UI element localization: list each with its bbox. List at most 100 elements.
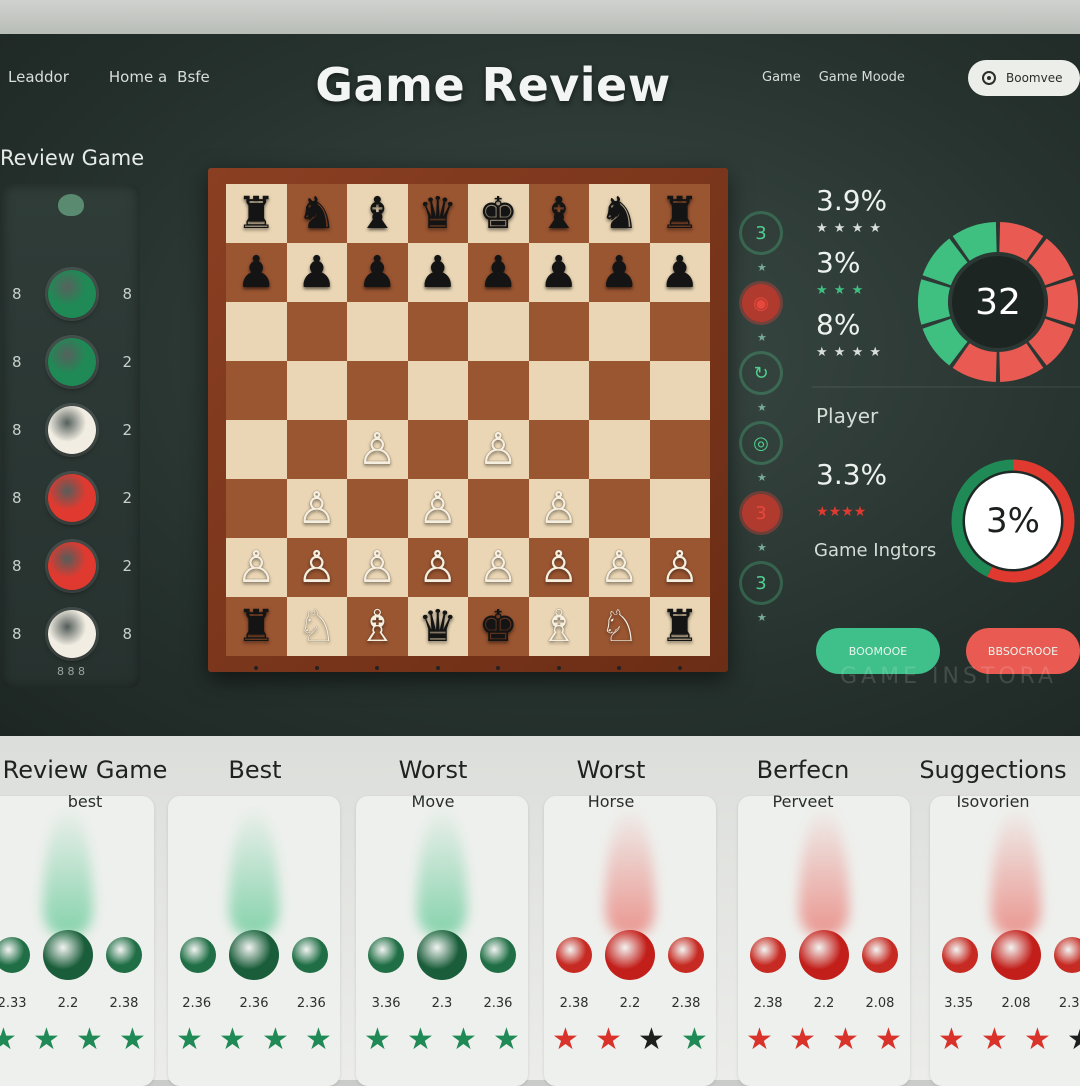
move-row[interactable]: 82 — [12, 470, 132, 526]
board-square[interactable]: ♜ — [649, 597, 710, 656]
top-action-button[interactable]: Boomvee — [968, 60, 1080, 96]
board-square[interactable]: ♙ — [226, 538, 287, 597]
board-square[interactable] — [226, 361, 287, 420]
review-card[interactable]: 2.36 2.36 2.36 ★ ★ ★ ★ — [168, 796, 340, 1086]
board-square[interactable] — [347, 361, 408, 420]
board-square[interactable] — [528, 361, 589, 420]
board-square[interactable]: ♝ — [528, 184, 589, 243]
circle-icon[interactable]: ◎ ★ — [742, 424, 780, 485]
nav-link-game-mode[interactable]: Game Moode — [819, 70, 905, 85]
black-piece-icon[interactable]: ♟ — [660, 250, 699, 295]
board-square[interactable] — [286, 420, 347, 479]
refresh-icon[interactable]: ↻ ★ — [742, 354, 780, 415]
board-square[interactable] — [649, 420, 710, 479]
board-square[interactable]: ♟ — [528, 243, 589, 302]
board-square[interactable]: ♞ — [589, 184, 650, 243]
review-card[interactable]: 2.38 2.2 2.38 ★ ★ ★ ★ — [544, 796, 716, 1086]
black-piece-icon[interactable]: ♜ — [237, 604, 276, 649]
white-piece-icon[interactable]: ♙ — [600, 545, 639, 590]
black-piece-icon[interactable]: ♟ — [237, 250, 276, 295]
board-square[interactable]: ♘ — [589, 597, 650, 656]
white-piece-icon[interactable]: ♙ — [418, 545, 457, 590]
white-piece-icon[interactable]: ♘ — [600, 604, 639, 649]
nav-link-game[interactable]: Game — [762, 70, 801, 85]
black-piece-icon[interactable]: ♜ — [660, 191, 699, 236]
chess-board[interactable]: ♜ ♞ ♝ ♛ ♚ ♝ ♞ ♜ ♟ ♟ ♟ ♟ ♟ ♟ ♟ ♟ ♙ ♙ ♙ ♙ ♙ ♙ ♙ ♙ ♙ ♙ ♙ ♙ ♙ ♜ ♘ ♗ ♛ ♚ ♗ ♘ ♜ — [226, 184, 710, 656]
cream-move-marker-icon[interactable] — [48, 406, 96, 454]
board-square[interactable]: ♙ — [286, 538, 347, 597]
black-piece-icon[interactable]: ♛ — [418, 191, 457, 236]
black-piece-icon[interactable]: ♟ — [600, 250, 639, 295]
white-piece-icon[interactable]: ♙ — [418, 486, 457, 531]
black-piece-icon[interactable]: ♚ — [479, 604, 518, 649]
move-row[interactable]: 82 — [12, 402, 132, 458]
white-piece-icon[interactable]: ♗ — [539, 604, 578, 649]
board-square[interactable]: ♟ — [649, 243, 710, 302]
board-square[interactable]: ♟ — [347, 243, 408, 302]
board-square[interactable] — [468, 302, 529, 361]
board-square[interactable] — [407, 361, 468, 420]
black-piece-icon[interactable]: ♞ — [297, 191, 336, 236]
board-square[interactable]: ♗ — [347, 597, 408, 656]
board-square[interactable] — [226, 479, 287, 538]
board-square[interactable]: ♜ — [226, 597, 287, 656]
move-row[interactable]: 88 — [12, 266, 132, 322]
green-move-marker-icon[interactable] — [48, 338, 96, 386]
board-square[interactable]: ♟ — [286, 243, 347, 302]
board-square[interactable]: ♞ — [286, 184, 347, 243]
black-piece-icon[interactable]: ♜ — [660, 604, 699, 649]
white-piece-icon[interactable]: ♙ — [479, 427, 518, 472]
board-square[interactable] — [407, 420, 468, 479]
black-piece-icon[interactable]: ♜ — [237, 191, 276, 236]
black-piece-icon[interactable]: ♟ — [358, 250, 397, 295]
black-piece-icon[interactable]: ♟ — [479, 250, 518, 295]
board-square[interactable]: ♙ — [468, 420, 529, 479]
black-piece-icon[interactable]: ♟ — [539, 250, 578, 295]
board-square[interactable]: ♙ — [347, 538, 408, 597]
board-square[interactable]: ♟ — [226, 243, 287, 302]
board-square[interactable]: ♙ — [468, 538, 529, 597]
board-square[interactable] — [468, 479, 529, 538]
review-card[interactable]: 3.35 2.08 2.38 ★ ★ ★ ★ — [930, 796, 1080, 1086]
board-square[interactable] — [528, 420, 589, 479]
black-piece-icon[interactable]: ♞ — [600, 191, 639, 236]
number-3-icon[interactable]: 3 ★ — [742, 564, 780, 625]
black-piece-icon[interactable]: ♛ — [418, 604, 457, 649]
board-square[interactable]: ♙ — [286, 479, 347, 538]
white-piece-icon[interactable]: ♙ — [539, 486, 578, 531]
review-card[interactable]: 2.33 2.2 2.38 ★ ★ ★ ★ — [0, 796, 154, 1086]
red-move-marker-icon[interactable] — [48, 474, 96, 522]
move-row[interactable]: 82 — [12, 538, 132, 594]
board-square[interactable] — [589, 420, 650, 479]
number-3-icon[interactable]: 3 ★ — [742, 494, 780, 554]
board-square[interactable]: ♙ — [407, 538, 468, 597]
board-square[interactable] — [226, 302, 287, 361]
white-piece-icon[interactable]: ♙ — [358, 427, 397, 472]
move-row[interactable]: 88 — [12, 606, 132, 662]
board-square[interactable] — [649, 361, 710, 420]
white-piece-icon[interactable]: ♙ — [660, 545, 699, 590]
board-square[interactable] — [649, 302, 710, 361]
board-square[interactable] — [407, 302, 468, 361]
white-piece-icon[interactable]: ♙ — [297, 486, 336, 531]
board-square[interactable] — [589, 479, 650, 538]
board-square[interactable]: ♗ — [528, 597, 589, 656]
board-square[interactable]: ♙ — [528, 479, 589, 538]
black-piece-icon[interactable]: ♝ — [539, 191, 578, 236]
white-piece-icon[interactable]: ♙ — [237, 545, 276, 590]
cream-move-marker-icon[interactable] — [48, 610, 96, 658]
board-square[interactable]: ♝ — [347, 184, 408, 243]
white-piece-icon[interactable]: ♙ — [358, 545, 397, 590]
black-piece-icon[interactable]: ♟ — [297, 250, 336, 295]
board-square[interactable]: ♛ — [407, 597, 468, 656]
board-square[interactable]: ♚ — [468, 597, 529, 656]
white-piece-icon[interactable]: ♙ — [539, 545, 578, 590]
review-card[interactable]: 2.38 2.2 2.08 ★ ★ ★ ★ — [738, 796, 910, 1086]
board-square[interactable] — [528, 302, 589, 361]
board-square[interactable] — [226, 420, 287, 479]
board-square[interactable]: ♚ — [468, 184, 529, 243]
board-square[interactable]: ♜ — [649, 184, 710, 243]
white-piece-icon[interactable]: ♙ — [297, 545, 336, 590]
board-square[interactable]: ♟ — [407, 243, 468, 302]
black-piece-icon[interactable]: ♝ — [358, 191, 397, 236]
